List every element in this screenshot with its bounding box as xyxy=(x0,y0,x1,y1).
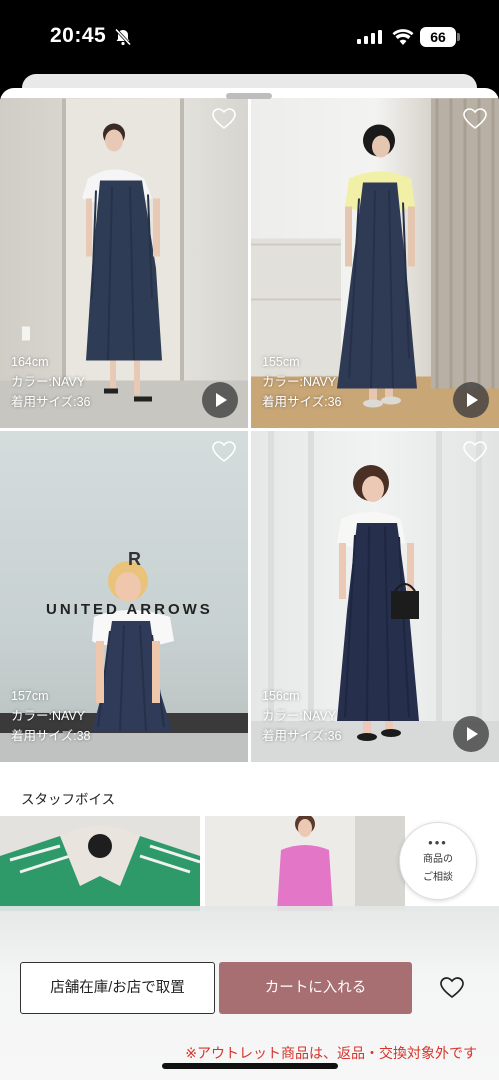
look-info: 164cm カラー:NAVY 着用サイズ:36 xyxy=(11,352,91,412)
model-size: 着用サイズ:36 xyxy=(262,395,342,409)
play-button[interactable] xyxy=(202,382,238,418)
heart-icon[interactable] xyxy=(463,108,487,130)
status-time: 20:45 xyxy=(50,24,107,47)
bell-off-icon xyxy=(114,28,132,46)
model-height: 156cm xyxy=(262,689,300,703)
model-size: 着用サイズ:36 xyxy=(262,729,342,743)
model-size: 着用サイズ:36 xyxy=(11,395,91,409)
model-height: 157cm xyxy=(11,689,49,703)
model-height: 155cm xyxy=(262,355,300,369)
look-info: 155cm カラー:NAVY 着用サイズ:36 xyxy=(262,352,342,412)
battery-cap xyxy=(457,33,460,41)
model-color: カラー:NAVY xyxy=(262,709,337,723)
heart-icon[interactable] xyxy=(463,441,487,463)
brand-backdrop-text: UNITED ARROWS xyxy=(46,601,213,618)
consult-label-line2: ご相談 xyxy=(423,872,453,883)
heart-outline-icon[interactable] xyxy=(440,977,464,999)
look-photo-1[interactable]: 164cm カラー:NAVY 着用サイズ:36 xyxy=(0,98,248,428)
add-to-cart-button[interactable]: カートに入れる xyxy=(219,962,412,1014)
model-size: 着用サイズ:38 xyxy=(11,729,91,743)
look-photo-4[interactable]: 156cm カラー:NAVY 着用サイズ:36 xyxy=(251,431,499,762)
model-color: カラー:NAVY xyxy=(262,375,337,389)
store-stock-button[interactable]: 店舗在庫/お店で取置 xyxy=(20,962,215,1014)
wifi-icon xyxy=(392,29,414,45)
staff-voice-thumb[interactable] xyxy=(205,816,405,911)
consult-button[interactable]: ••• 商品の ご相談 xyxy=(399,822,477,900)
model-color: カラー:NAVY xyxy=(11,375,86,389)
product-sheet[interactable]: 164cm カラー:NAVY 着用サイズ:36 155cm カラー:NAVY 着… xyxy=(0,88,499,1080)
model-height: 164cm xyxy=(11,355,49,369)
more-dots-icon: ••• xyxy=(428,835,448,850)
home-indicator[interactable] xyxy=(162,1063,338,1069)
outlet-notice: ※アウトレット商品は、返品・交換対象外です xyxy=(185,1045,477,1061)
consult-label-line1: 商品の xyxy=(423,854,453,865)
staff-image xyxy=(205,816,405,911)
staff-voice-thumb[interactable] xyxy=(0,816,200,911)
look-photo-2[interactable]: 155cm カラー:NAVY 着用サイズ:36 xyxy=(251,98,499,428)
heart-icon[interactable] xyxy=(212,108,236,130)
signal-icon xyxy=(357,30,382,44)
brand-logo-mark: R xyxy=(128,549,141,569)
play-button[interactable] xyxy=(453,382,489,418)
staff-voice-title: スタッフボイス xyxy=(21,792,116,807)
model-color: カラー:NAVY xyxy=(11,709,86,723)
staff-image xyxy=(0,816,200,911)
look-photo-3[interactable]: R UNITED ARROWS 157cm カラー:NAVY 着用サイズ:38 xyxy=(0,431,248,762)
play-button[interactable] xyxy=(453,716,489,752)
heart-icon[interactable] xyxy=(212,441,236,463)
look-info: 156cm カラー:NAVY 着用サイズ:36 xyxy=(262,686,342,746)
status-bar: 20:45 66 xyxy=(0,0,499,76)
sheet-grabber[interactable] xyxy=(226,93,272,99)
look-info: 157cm カラー:NAVY 着用サイズ:38 xyxy=(11,686,91,746)
battery-indicator: 66 xyxy=(420,27,456,47)
